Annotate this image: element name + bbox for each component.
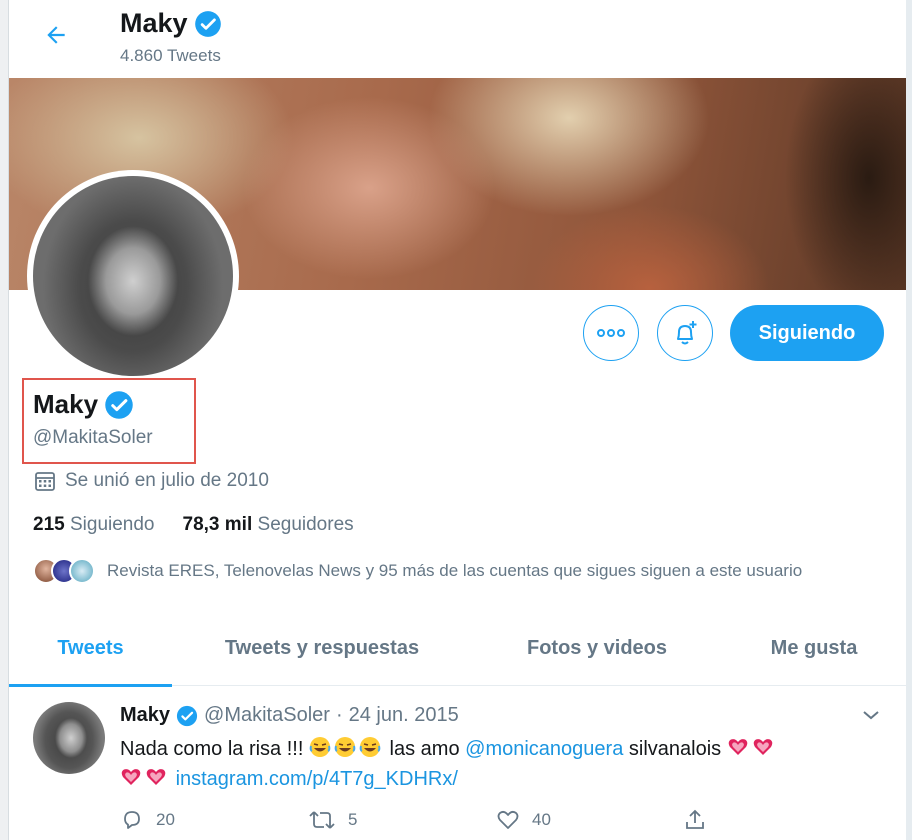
following-count: 215: [33, 514, 65, 535]
join-date: Se unió en julio de 2010: [33, 469, 269, 493]
join-date-text: Se unió en julio de 2010: [65, 470, 269, 491]
tab-likes[interactable]: Me gusta: [722, 610, 906, 686]
tweet-text-part: las amo: [389, 738, 460, 760]
retweet-button[interactable]: 5: [308, 808, 357, 832]
like-count: 40: [532, 810, 551, 829]
share-button[interactable]: [683, 808, 707, 832]
follow-stats: 215 Siguiendo 78,3 mil Seguidores: [33, 514, 354, 536]
tweet-mention-link[interactable]: @monicanoguera: [465, 738, 623, 760]
retweet-icon: [309, 811, 335, 829]
more-icon: [597, 329, 625, 337]
reply-count: 20: [156, 810, 175, 829]
tab-tweets[interactable]: Tweets: [9, 610, 172, 687]
like-button[interactable]: 40: [496, 808, 551, 832]
laughing-tears-emoji-icon: [309, 737, 331, 757]
window-left-edge: [0, 0, 9, 840]
tweet-date[interactable]: 24 jun. 2015: [349, 704, 459, 727]
following-link[interactable]: 215 Siguiendo: [33, 514, 155, 536]
profile-name-text: Maky: [33, 389, 99, 419]
followers-you-know-text: Revista ERES, Telenovelas News y 95 más …: [107, 561, 803, 580]
profile-avatar[interactable]: [27, 170, 239, 382]
chevron-down-icon: [863, 711, 879, 720]
tweet-count: 4.860 Tweets: [120, 46, 221, 65]
heart-emoji-icon: [146, 769, 166, 785]
laughing-tears-emoji-icon: [334, 737, 356, 757]
profile-name: Maky: [33, 389, 134, 420]
tab-tweets-and-replies[interactable]: Tweets y respuestas: [172, 610, 472, 686]
back-arrow-icon: [47, 26, 65, 44]
retweet-count: 5: [348, 810, 358, 829]
tab-photos-videos[interactable]: Fotos y videos: [472, 610, 722, 686]
tweet-url-link[interactable]: instagram.com/p/4T7g_KDHRx/: [176, 768, 458, 790]
tweet-header: Maky @MakitaSoler · 24 jun. 2015: [120, 704, 459, 727]
verified-badge-icon: [176, 705, 198, 726]
scrollbar-track[interactable]: [906, 0, 912, 840]
following-button[interactable]: Siguiendo: [730, 305, 884, 361]
bell-plus-icon: [677, 321, 697, 345]
share-icon: [686, 809, 704, 829]
heart-icon: [497, 810, 519, 829]
profile-header: Maky 4.860 Tweets: [9, 0, 906, 78]
follower-avatar: [69, 558, 95, 584]
header-title: Maky: [120, 8, 222, 39]
followers-link[interactable]: 78,3 mil Seguidores: [183, 514, 354, 536]
following-label: Siguiendo: [69, 514, 155, 535]
tweet-actions: 20 5 40: [120, 808, 720, 836]
followers-count: 78,3 mil: [182, 514, 253, 535]
heart-emoji-icon: [728, 739, 748, 755]
tweet[interactable]: Maky @MakitaSoler · 24 jun. 2015 Nada co…: [9, 686, 906, 840]
reply-button[interactable]: 20: [120, 808, 175, 832]
heart-emoji-icon: [121, 769, 141, 785]
tweet-author-name[interactable]: Maky: [120, 704, 170, 727]
separator-dot: ·: [335, 704, 343, 726]
verified-badge-icon: [194, 10, 221, 37]
followers-you-know[interactable]: Revista ERES, Telenovelas News y 95 más …: [33, 558, 802, 584]
header-name: Maky: [120, 8, 188, 38]
verified-badge-icon: [105, 390, 133, 419]
tweet-menu-button[interactable]: [861, 708, 881, 727]
notifications-button[interactable]: [657, 305, 713, 361]
laughing-tears-emoji-icon: [359, 737, 381, 757]
tweet-text: Nada como la risa !!! las amo @monicanog…: [120, 734, 880, 794]
tweet-avatar[interactable]: [33, 702, 105, 774]
more-button[interactable]: [583, 305, 639, 361]
tweet-text-part: silvanalois: [628, 738, 722, 760]
reply-icon: [124, 811, 140, 829]
tweet-author-handle[interactable]: @MakitaSoler: [204, 704, 330, 727]
followers-label: Seguidores: [257, 514, 354, 535]
back-button[interactable]: [39, 18, 73, 52]
follower-avatars: [33, 558, 95, 584]
profile-handle: @MakitaSoler: [33, 427, 153, 448]
calendar-icon: [35, 472, 55, 491]
heart-emoji-icon: [753, 739, 773, 755]
avatar-image: [33, 176, 233, 376]
tweet-text-part: Nada como la risa !!!: [120, 738, 304, 760]
profile-tabs: Tweets Tweets y respuestas Fotos y video…: [9, 610, 906, 687]
